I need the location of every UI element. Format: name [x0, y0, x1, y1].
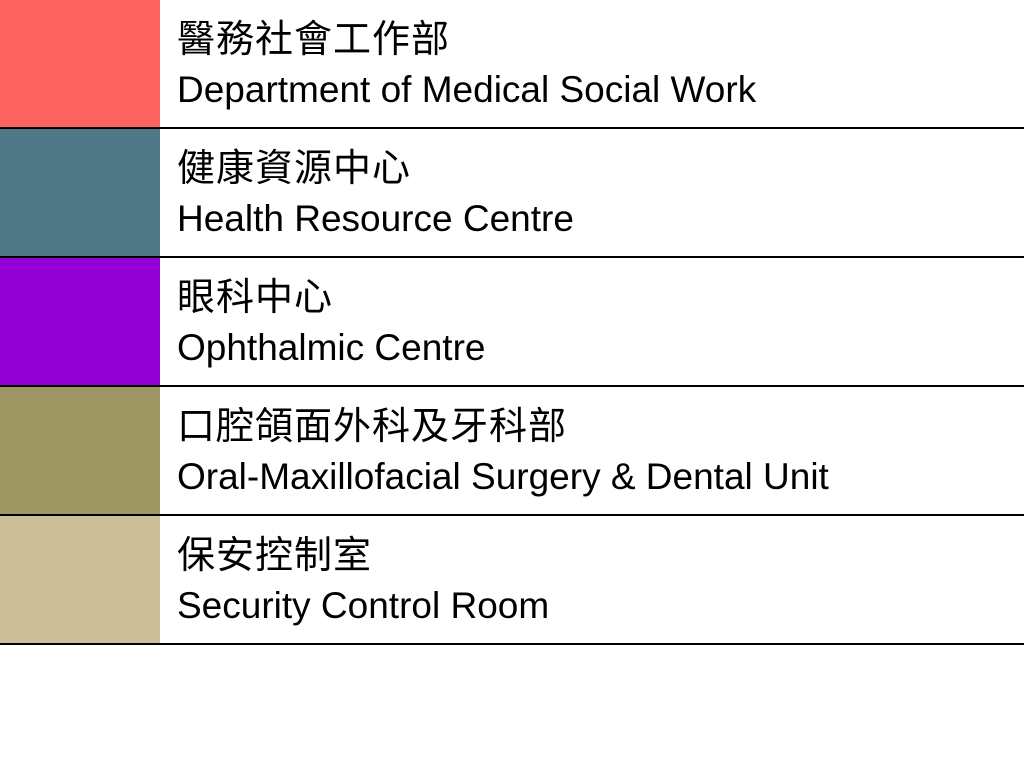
department-name-zh: 保安控制室	[177, 533, 373, 577]
color-swatch	[0, 0, 160, 127]
department-name-en: Department of Medical Social Work	[177, 69, 757, 110]
department-labels: 保安控制室 Security Control Room	[160, 516, 1024, 643]
department-name-en: Health Resource Centre	[177, 198, 574, 239]
department-row-ophthalmic-centre: 眼科中心 Ophthalmic Centre	[0, 258, 1024, 387]
department-labels: 健康資源中心 Health Resource Centre	[160, 129, 1024, 256]
color-swatch	[0, 258, 160, 385]
department-labels: 眼科中心 Ophthalmic Centre	[160, 258, 1024, 385]
department-row-medical-social-work: 醫務社會工作部 Department of Medical Social Wor…	[0, 0, 1024, 129]
department-row-oral-maxillofacial-dental: 口腔頜面外科及牙科部 Oral-Maxillofacial Surgery & …	[0, 387, 1024, 516]
department-name-zh: 口腔頜面外科及牙科部	[177, 404, 568, 448]
department-name-zh: 眼科中心	[177, 275, 334, 319]
department-directory: 醫務社會工作部 Department of Medical Social Wor…	[0, 0, 1024, 645]
department-row-health-resource-centre: 健康資源中心 Health Resource Centre	[0, 129, 1024, 258]
color-swatch	[0, 516, 160, 643]
color-swatch	[0, 129, 160, 256]
department-name-en: Ophthalmic Centre	[177, 327, 486, 368]
department-name-zh: 醫務社會工作部	[177, 17, 451, 61]
department-labels: 口腔頜面外科及牙科部 Oral-Maxillofacial Surgery & …	[160, 387, 1024, 514]
department-row-security-control-room: 保安控制室 Security Control Room	[0, 516, 1024, 645]
department-labels: 醫務社會工作部 Department of Medical Social Wor…	[160, 0, 1024, 127]
department-name-zh: 健康資源中心	[177, 146, 412, 190]
department-name-en: Oral-Maxillofacial Surgery & Dental Unit	[177, 456, 829, 497]
color-swatch	[0, 387, 160, 514]
department-name-en: Security Control Room	[177, 585, 550, 626]
